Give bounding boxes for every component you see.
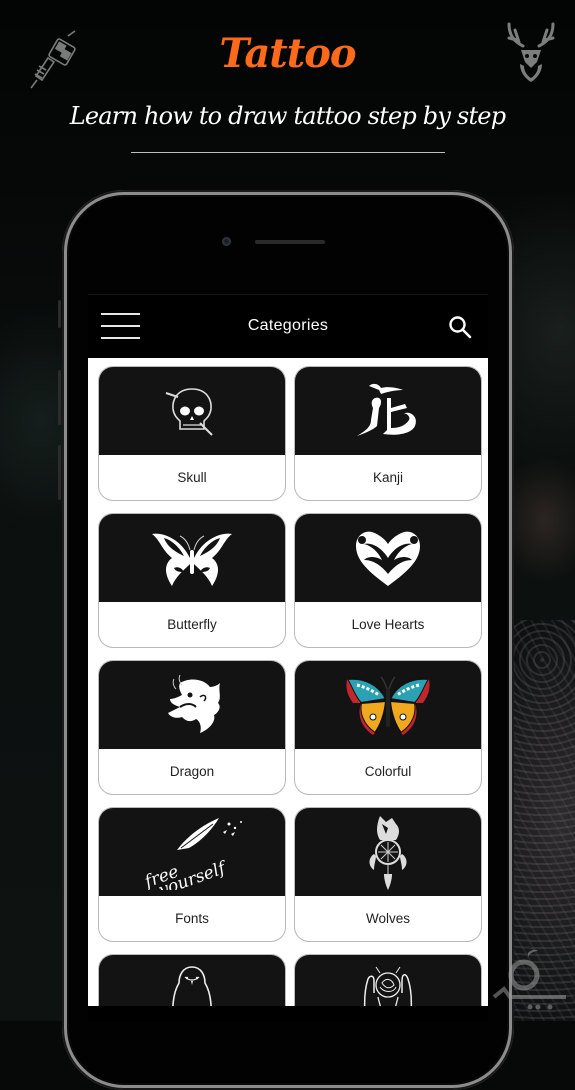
category-card-skull[interactable]: Skull bbox=[99, 367, 285, 500]
earpiece-speaker bbox=[255, 240, 325, 244]
card-image bbox=[99, 367, 285, 455]
category-card-fonts[interactable]: free yourself Fonts bbox=[99, 808, 285, 941]
card-label: Dragon bbox=[169, 764, 215, 779]
category-card-butterfly[interactable]: Butterfly bbox=[99, 514, 285, 647]
tribal-heart-icon bbox=[356, 531, 420, 586]
card-image bbox=[99, 514, 285, 602]
front-camera bbox=[222, 237, 231, 246]
app-bar: Categories bbox=[88, 294, 488, 358]
category-card-love-hearts[interactable]: Love Hearts bbox=[295, 514, 481, 647]
dragon-head-icon bbox=[168, 674, 220, 733]
category-card-penguin[interactable] bbox=[99, 955, 285, 1006]
app-subtitle: Learn how to draw tattoo step by step bbox=[69, 102, 506, 130]
tribal-butterfly-icon bbox=[152, 533, 232, 586]
kanji-icon bbox=[357, 383, 416, 436]
phone-volume-down-button bbox=[58, 445, 61, 500]
card-image bbox=[99, 661, 285, 749]
phone-screen: Categories Skull Kanji Butterfly Love He… bbox=[88, 294, 488, 1006]
app-title: Tattoo bbox=[219, 30, 356, 77]
skull-icon bbox=[165, 388, 213, 436]
app-bar-title: Categories bbox=[247, 317, 329, 334]
card-image bbox=[295, 514, 481, 602]
category-grid: Skull Kanji Butterfly Love Hearts Dragon… bbox=[99, 367, 482, 1006]
title-divider bbox=[131, 152, 445, 153]
card-image: free yourself bbox=[99, 808, 285, 896]
card-label: Skull bbox=[177, 470, 207, 485]
category-card-dragon[interactable]: Dragon bbox=[99, 661, 285, 794]
card-image bbox=[99, 955, 285, 1006]
phone-volume-up-button bbox=[58, 370, 61, 425]
colorful-butterfly-icon bbox=[345, 676, 431, 735]
category-card-kanji[interactable]: Kanji bbox=[295, 367, 481, 500]
hands-rose-icon bbox=[363, 966, 413, 1006]
phone-screen-bottom-edge bbox=[88, 1006, 488, 1021]
card-label: Colorful bbox=[364, 764, 412, 779]
card-label: Kanji bbox=[372, 470, 404, 485]
free-yourself-script-icon: free yourself bbox=[140, 818, 242, 890]
wolf-dreamcatcher-icon bbox=[369, 816, 407, 890]
category-card-colorful[interactable]: Colorful bbox=[295, 661, 481, 794]
penguin-icon bbox=[172, 966, 212, 1006]
phone-mute-switch bbox=[58, 300, 61, 328]
card-image bbox=[295, 808, 481, 896]
search-icon[interactable] bbox=[448, 315, 472, 339]
watermark-logo-icon bbox=[492, 949, 566, 1010]
card-image bbox=[295, 661, 481, 749]
card-image bbox=[295, 367, 481, 455]
category-card-hands-rose[interactable] bbox=[295, 955, 481, 1006]
card-image bbox=[295, 955, 481, 1006]
category-card-wolves[interactable]: Wolves bbox=[295, 808, 481, 941]
card-label: Butterfly bbox=[167, 617, 217, 632]
card-label: Fonts bbox=[175, 911, 209, 926]
card-label: Wolves bbox=[365, 911, 410, 926]
card-label: Love Hearts bbox=[351, 617, 425, 632]
